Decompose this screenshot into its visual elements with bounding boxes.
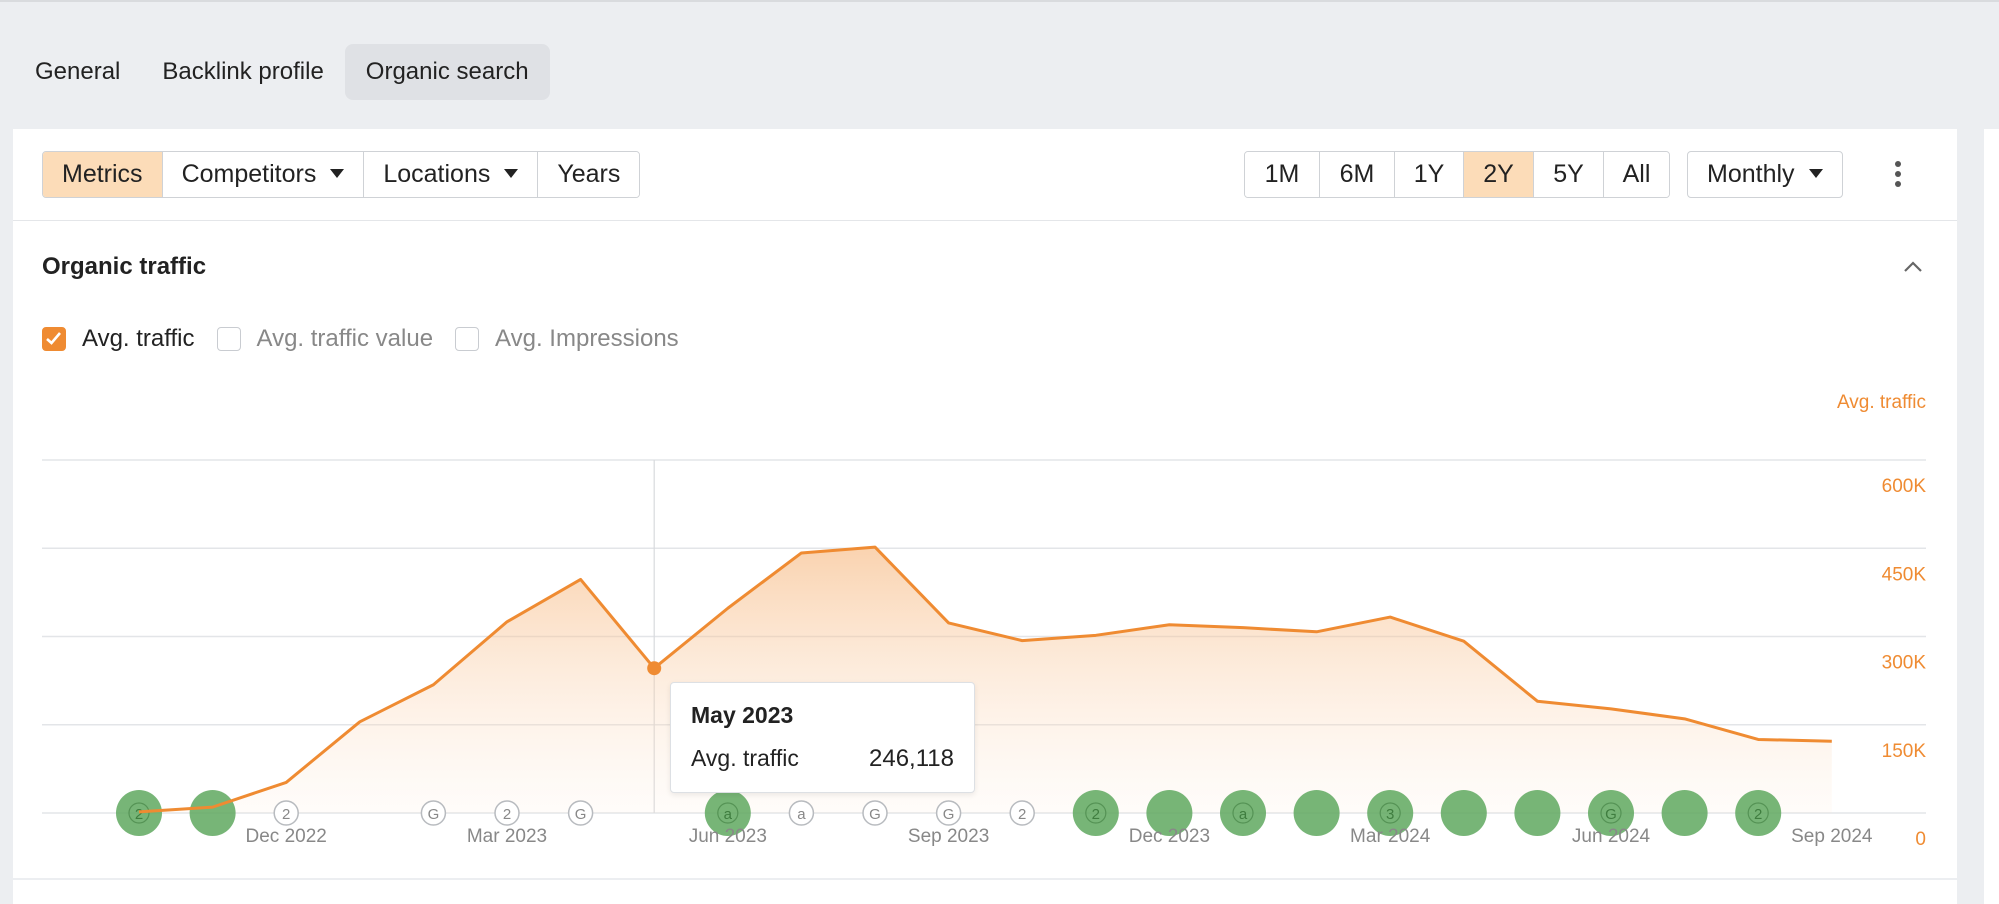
card-divider [13,878,1957,880]
tooltip-label: Avg. traffic [691,745,799,771]
annotation-marker [1514,790,1561,836]
annotation-marker [1293,790,1340,836]
x-tick-label: Dec 2023 [1129,826,1210,847]
annotation-marker [1440,790,1487,836]
organic-traffic-chart: 22G2GaaGG22a3G2 Avg. traffic0150K300K450… [42,392,1927,850]
x-tick-label: Sep 2024 [1791,826,1873,847]
annotation-glyph: a [797,806,806,823]
x-tick-label: Dec 2022 [246,826,327,847]
annotation-glyph: 2 [1092,806,1100,823]
annotation-glyph: G [428,806,440,823]
annotation-marker: G [935,800,962,826]
annotation-marker [1661,790,1708,836]
annotation-circle [1661,790,1708,836]
annotation-glyph: 3 [1386,806,1394,823]
top-border [0,0,1999,2]
tooltip-value: 246,118 [869,745,954,772]
y-tick-label: 300K [1882,653,1927,674]
annotation-marker: G [862,800,888,826]
organic-search-card: Metrics Competitors Locations Years 1M 6… [13,129,1957,904]
annotation-circle [1514,790,1561,836]
annotation-marker: 2 [1735,790,1782,836]
y-tick-label: 150K [1882,741,1927,762]
x-tick-label: Jun 2024 [1572,826,1651,847]
x-tick-label: Mar 2023 [467,826,547,847]
annotation-glyph: G [575,806,587,823]
annotation-glyph: G [869,806,881,823]
tab-organic-search[interactable]: Organic search [344,44,550,100]
annotation-glyph: 2 [503,806,511,823]
x-tick-label: Sep 2023 [908,826,989,847]
annotation-circle [1440,790,1487,836]
page-tabs: General Backlink profile Organic search [14,44,550,100]
highlighted-point [647,661,662,676]
annotation-glyph: 2 [1754,806,1762,823]
y-tick-label: 0 [1915,829,1926,850]
traffic-area [139,547,1832,813]
annotation-marker: a [788,800,815,826]
x-tick-label: Jun 2023 [689,826,767,847]
annotation-glyph: G [943,806,955,823]
annotation-glyph: G [1605,806,1617,823]
chart-tooltip: May 2023 Avg. traffic 246,118 [670,682,975,793]
annotation-circle [189,790,236,836]
tooltip-title: May 2023 [691,702,794,728]
x-tick-label: Mar 2024 [1350,826,1431,847]
annotation-glyph: a [724,806,733,823]
y-tick-label: 450K [1882,564,1927,585]
annotation-marker [189,790,236,836]
y-tick-label: 600K [1882,476,1927,497]
annotation-marker: a [1220,790,1266,836]
annotation-marker: G [420,800,447,826]
annotation-marker: 2 [494,800,520,826]
annotation-glyph: 2 [1018,806,1026,823]
annotation-glyph: 2 [282,806,290,823]
annotation-circle [1293,790,1340,836]
tab-backlink-profile[interactable]: Backlink profile [141,44,344,100]
annotation-marker: 2 [1072,790,1119,836]
annotation-marker: 2 [273,800,299,826]
y-axis-title: Avg. traffic [1837,392,1926,413]
side-panel-edge [1984,129,1999,904]
annotation-glyph: a [1239,806,1248,823]
tab-general[interactable]: General [14,44,141,100]
annotation-marker: 2 [1009,800,1035,826]
annotation-marker: G [567,800,594,826]
